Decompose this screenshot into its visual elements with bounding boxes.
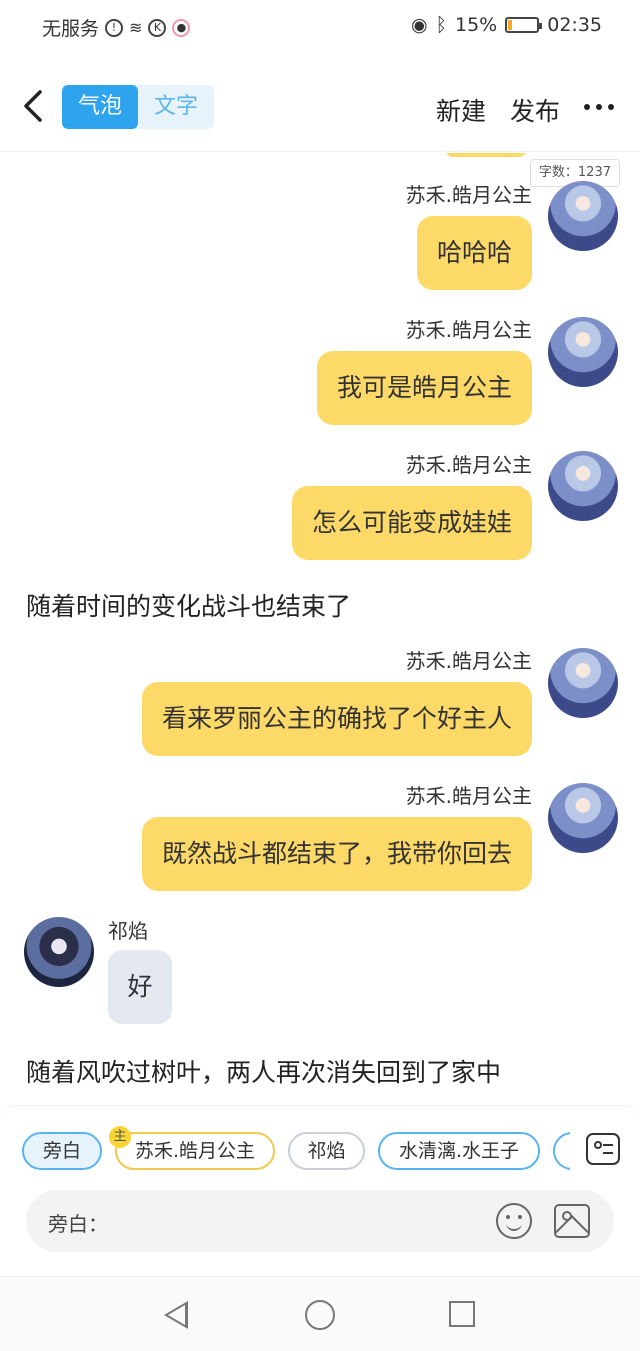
chat-bubble[interactable]: 我可是皓月公主 [316,351,532,425]
tab-text[interactable]: 文字 [138,85,214,129]
chat-bubble[interactable]: 怎么可能变成娃娃 [291,486,532,560]
battery-level [508,20,513,30]
k-app-icon: K [148,18,167,37]
role-chip-overflow[interactable] [553,1132,570,1170]
eye-icon: ◉ [411,14,428,36]
message-right: 苏禾.皓月公主 看来罗丽公主的确找了个好主人 [141,645,532,756]
role-chip-water-prince[interactable]: 水清漓.水王子 [378,1132,540,1170]
avatar-princess[interactable] [548,451,618,521]
bluetooth-icon: ᛒ [435,14,447,36]
nav-back-icon[interactable] [164,1301,188,1329]
message-right: 苏禾.皓月公主 我可是皓月公主 [316,314,532,425]
publish-button[interactable]: 发布 [510,92,560,128]
message-input[interactable]: 旁白： [26,1190,614,1252]
avatar-princess[interactable] [548,317,618,387]
battery-percent: 15% [455,14,498,36]
chat-bubble[interactable]: 既然战斗都结束了，我带你回去 [141,817,532,891]
image-icon[interactable] [554,1204,590,1238]
mode-switch: 气泡 文字 [62,85,214,129]
status-bar: 无服务 ! ≋ K ● ◉ ᛒ 15% 02:35 [0,0,640,52]
app-notification-icon: ● [172,18,191,37]
previous-bubble-edge [444,153,528,157]
avatar-princess[interactable] [548,648,618,718]
sender-name: 苏禾.皓月公主 [405,784,532,808]
input-role-label: 旁白： [48,1212,108,1236]
message-right: 苏禾.皓月公主 哈哈哈 [406,179,532,290]
sender-name: 苏禾.皓月公主 [405,318,532,342]
clock: 02:35 [547,14,602,36]
message-right: 苏禾.皓月公主 怎么可能变成娃娃 [291,449,532,560]
sender-name: 苏禾.皓月公主 [405,453,532,477]
chat-list[interactable]: 字数：1237 苏禾.皓月公主 哈哈哈 苏禾.皓月公主 我可是皓月公主 苏禾.皓… [0,153,640,1105]
back-arrow-icon[interactable] [18,88,48,124]
screen: 无服务 ! ≋ K ● ◉ ᛒ 15% 02:35 气泡 文字 新建 发布 字数… [0,0,640,1351]
nav-home-icon[interactable] [305,1300,335,1330]
nav-recents-icon[interactable] [449,1301,475,1327]
sender-name: 苏禾.皓月公主 [405,183,532,207]
avatar-princess[interactable] [548,181,618,251]
narration-text[interactable]: 随着时间的变化战斗也结束了 [26,587,351,623]
battery-icon [505,17,543,33]
chat-bubble[interactable]: 看来罗丽公主的确找了个好主人 [141,682,532,756]
wifi-icon: ≋ [129,18,143,37]
chat-bubble[interactable]: 哈哈哈 [416,216,532,290]
message-left: 祁焰 好 [108,915,172,1024]
more-menu-icon[interactable] [584,104,614,110]
sender-name: 苏禾.皓月公主 [405,649,532,673]
new-button[interactable]: 新建 [436,92,486,128]
sender-name: 祁焰 [108,919,148,943]
top-bar: 气泡 文字 新建 发布 [0,52,640,152]
role-chip-narrator[interactable]: 旁白 [22,1132,102,1170]
narration-text[interactable]: 随着风吹过树叶，两人再次消失回到了家中 [26,1053,501,1089]
chat-bubble[interactable]: 好 [108,950,172,1024]
main-role-badge: 主 [109,1126,131,1148]
sim-alert-icon: ! [105,18,124,37]
compose-panel: 旁白 苏禾.皓月公主 祁焰 水清漓.水王子 旁白： [0,1105,640,1275]
emoji-icon[interactable] [496,1203,532,1239]
tab-bubble[interactable]: 气泡 [62,85,138,129]
role-chip-princess[interactable]: 苏禾.皓月公主 [115,1132,275,1170]
carrier-label: 无服务 [42,18,100,40]
avatar-qiyan[interactable] [24,917,94,987]
role-list-icon[interactable] [586,1133,620,1165]
message-right: 苏禾.皓月公主 既然战斗都结束了，我带你回去 [141,780,532,891]
role-selector[interactable]: 旁白 苏禾.皓月公主 祁焰 水清漓.水王子 [22,1132,570,1172]
avatar-princess[interactable] [548,783,618,853]
system-nav-bar [0,1276,640,1351]
role-chip-qiyan[interactable]: 祁焰 [288,1132,365,1170]
